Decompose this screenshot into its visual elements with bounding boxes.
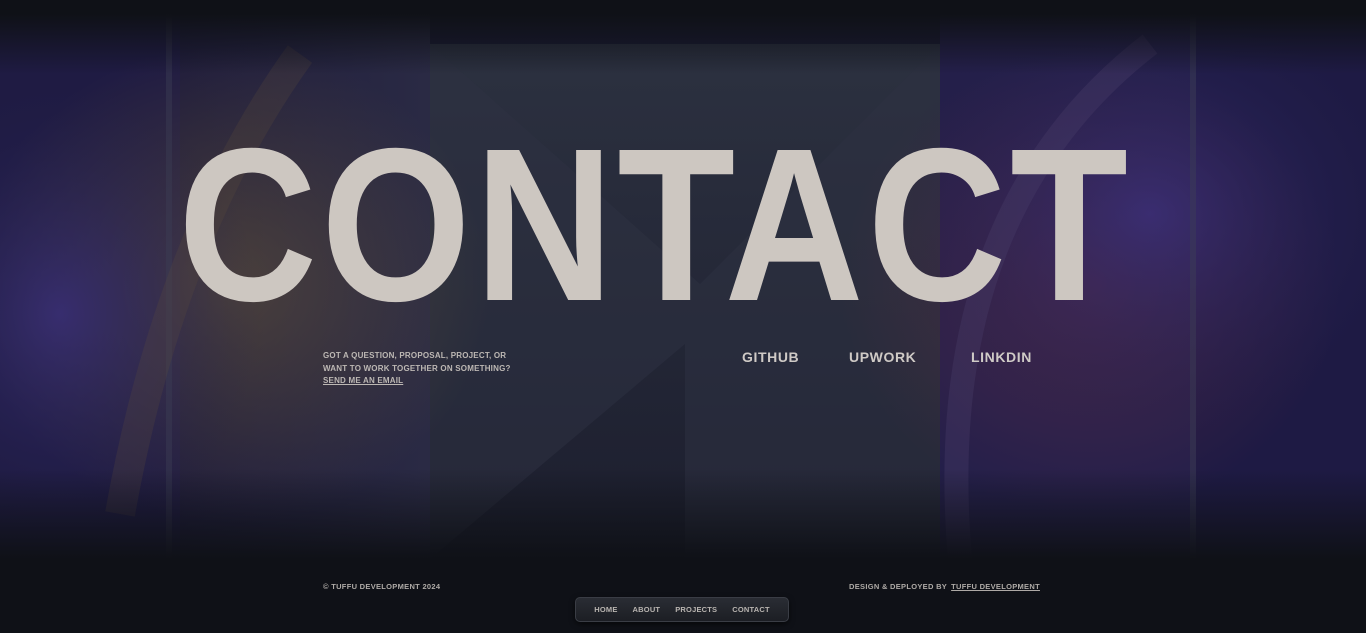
background-bottom-fade <box>0 469 1366 559</box>
nav-item-projects[interactable]: PROJECTS <box>675 605 717 614</box>
bottom-nav: HOME ABOUT PROJECTS CONTACT <box>575 597 789 622</box>
contact-page: CONTACT GOT A QUESTION, PROPOSAL, PROJEC… <box>0 0 1366 633</box>
nav-item-about[interactable]: ABOUT <box>633 605 661 614</box>
footer-credit-prefix: DESIGN & DEPLOYED BY <box>849 582 948 591</box>
contact-intro-line-1: GOT A QUESTION, PROPOSAL, PROJECT, OR <box>323 351 507 360</box>
footer-copyright: © TUFFU DEVELOPMENT 2024 <box>323 582 441 591</box>
nav-item-home[interactable]: HOME <box>594 605 617 614</box>
send-email-link[interactable]: SEND ME AN EMAIL <box>323 375 403 388</box>
background-top-fade <box>0 14 1366 74</box>
upwork-link[interactable]: UPWORK <box>849 349 916 365</box>
footer-credit: DESIGN & DEPLOYED BY TUFFU DEVELOPMENT <box>849 582 1040 591</box>
footer-credit-link[interactable]: TUFFU DEVELOPMENT <box>951 582 1040 591</box>
github-link[interactable]: GITHUB <box>742 349 799 365</box>
contact-intro-line-2: WANT TO WORK TOGETHER ON SOMETHING? <box>323 363 511 373</box>
contact-intro: GOT A QUESTION, PROPOSAL, PROJECT, OR WA… <box>323 350 583 388</box>
page-title: CONTACT <box>178 104 1132 347</box>
nav-item-contact[interactable]: CONTACT <box>732 605 770 614</box>
linkedin-link[interactable]: LINKDIN <box>971 349 1032 365</box>
